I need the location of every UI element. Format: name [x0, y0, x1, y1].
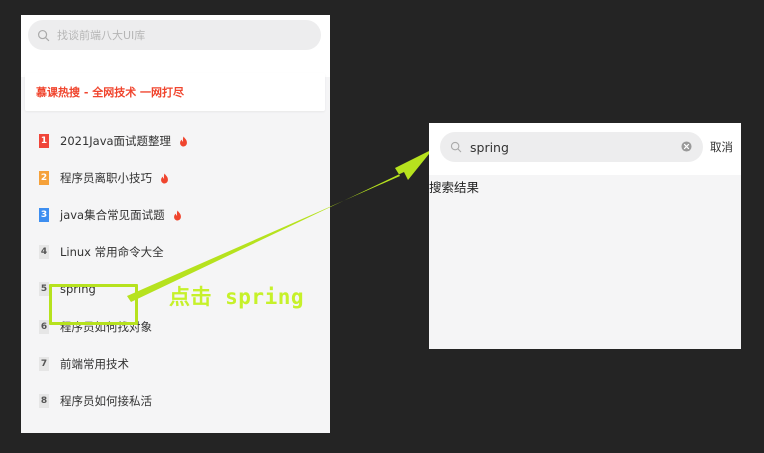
result-title: 搜索结果 — [429, 180, 480, 195]
highlight-box — [49, 284, 138, 325]
list-item-label: 前端常用技术 — [60, 357, 129, 371]
list-item[interactable]: 3 java集合常见面试题 — [21, 197, 330, 233]
list-item[interactable]: 4 Linux 常用命令大全 — [21, 234, 330, 270]
list-item-label: Linux 常用命令大全 — [60, 245, 164, 259]
rank-badge: 4 — [39, 245, 49, 259]
rank-badge: 3 — [39, 208, 49, 222]
cancel-button[interactable]: 取消 — [710, 139, 733, 155]
list-item[interactable]: 8 程序员如何接私活 — [21, 383, 330, 419]
result-background — [429, 175, 741, 349]
search-icon — [450, 141, 462, 153]
list-item[interactable]: 2 程序员离职小技巧 — [21, 160, 330, 196]
search-result-screen: 取消 搜索结果 — [429, 123, 741, 349]
rank-badge: 2 — [39, 171, 49, 185]
hot-search-title: 慕课热搜 - 全网技术 一网打尽 — [36, 86, 185, 99]
search-bar[interactable] — [440, 132, 703, 162]
rank-badge: 8 — [39, 394, 49, 408]
callout-label: 点击 spring — [169, 285, 305, 309]
rank-badge: 7 — [39, 357, 49, 371]
list-item-label: 程序员如何接私活 — [60, 394, 152, 408]
rank-badge: 1 — [39, 134, 49, 148]
hot-search-header: 慕课热搜 - 全网技术 一网打尽 — [25, 73, 325, 111]
rank-badge: 6 — [39, 320, 49, 334]
search-input[interactable] — [470, 139, 670, 155]
clear-icon[interactable] — [681, 141, 692, 152]
list-item-label: 2021Java面试题整理 — [60, 134, 172, 148]
list-item-label: 程序员离职小技巧 — [60, 171, 152, 185]
search-bar[interactable]: 找谈前端八大UI库 — [28, 20, 321, 50]
search-icon — [37, 29, 50, 41]
list-item[interactable]: 1 2021Java面试题整理 — [21, 123, 330, 159]
list-item[interactable]: 7 前端常用技术 — [21, 346, 330, 382]
fire-icon — [161, 173, 168, 183]
search-placeholder: 找谈前端八大UI库 — [57, 29, 146, 42]
hot-search-screen: 找谈前端八大UI库 慕课热搜 - 全网技术 一网打尽 1 2021Java面试题… — [21, 15, 330, 433]
fire-icon — [180, 136, 187, 146]
fire-icon — [173, 210, 181, 220]
list-item-label: java集合常见面试题 — [60, 208, 165, 222]
rank-badge: 5 — [39, 282, 49, 296]
